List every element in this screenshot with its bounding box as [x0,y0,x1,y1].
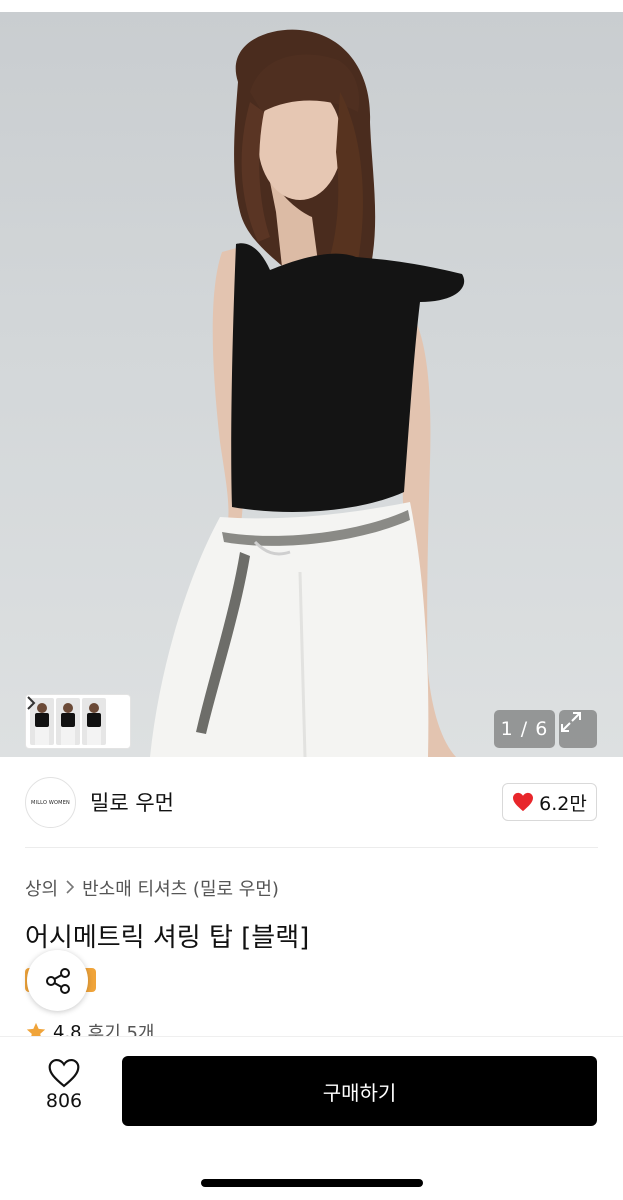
heart-outline-icon [48,1058,80,1088]
thumbnail-2[interactable] [56,698,80,745]
share-button[interactable] [27,950,88,1011]
chevron-right-icon [66,878,75,899]
brand-logo[interactable]: MILLO WOMEN [25,777,76,828]
breadcrumb-item-subcategory[interactable]: 반소매 티셔츠 (밀로 우먼) [82,875,279,901]
divider [25,847,598,848]
model-photo [150,29,465,757]
brand-name[interactable]: 밀로 우먼 [90,787,174,817]
wishlist-button[interactable]: 806 [34,1058,94,1122]
expand-arrows-icon[interactable] [559,710,597,748]
status-bar-area [0,0,623,12]
wishlist-count: 806 [45,1090,83,1112]
image-counter: 1 / 6 [494,710,555,748]
breadcrumb-item-category[interactable]: 상의 [25,875,58,901]
share-icon [45,967,70,994]
brand-like-button[interactable]: 6.2만 [502,783,597,821]
brand-logo-text: MILLO WOMEN [31,799,70,806]
buy-button[interactable]: 구매하기 [122,1056,597,1126]
product-title: 어시메트릭 셔링 탑 [블랙] [25,923,310,953]
home-indicator [201,1179,423,1187]
brand-like-count: 6.2만 [539,792,587,815]
thumbnail-3[interactable] [82,698,106,745]
product-main-image[interactable]: 1 / 6 [0,12,623,757]
heart-filled-icon [513,792,534,812]
chevron-right-icon[interactable] [27,696,126,745]
product-page: 1 / 6 MILLO WOMEN 밀로 우먼 6.2만 상의 반소매 티셔츠 … [0,0,623,1200]
thumbnail-strip[interactable] [25,694,131,749]
breadcrumb: 상의 반소매 티셔츠 (밀로 우먼) [25,875,279,901]
